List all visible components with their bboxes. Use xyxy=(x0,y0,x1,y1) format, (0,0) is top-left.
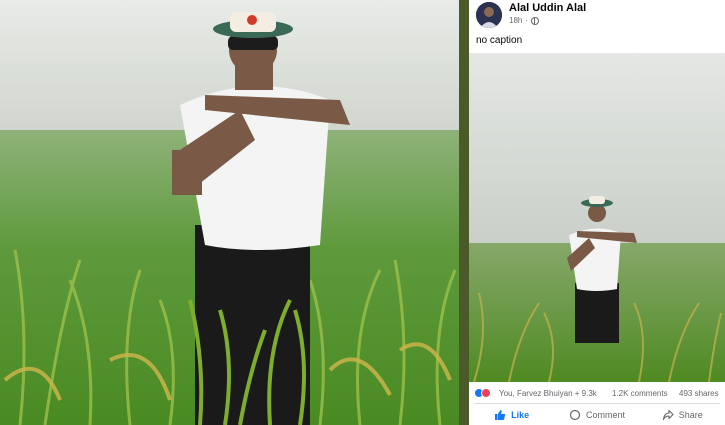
actions-divider xyxy=(474,403,720,404)
profile-picture-icon xyxy=(476,2,502,28)
share-button[interactable]: Share xyxy=(640,405,725,425)
shares-count[interactable]: 493 shares xyxy=(679,389,719,398)
author-name[interactable]: Alal Uddin Alal xyxy=(509,2,586,14)
comment-button[interactable]: Comment xyxy=(554,405,639,425)
post-caption: no caption xyxy=(476,35,523,46)
thumbs-up-icon xyxy=(495,410,506,420)
post-header: Alal Uddin Alal 18h · xyxy=(469,0,725,30)
reactions-summary[interactable]: You, Farvez Bhuiyan + 9.3k xyxy=(499,389,597,398)
reactions-bar: You, Farvez Bhuiyan + 9.3k 1.2K comments… xyxy=(469,384,725,402)
facebook-post: Alal Uddin Alal 18h · no caption You, Fa… xyxy=(469,0,725,425)
main-photo xyxy=(0,0,459,425)
post-meta: 18h · xyxy=(509,16,540,25)
man-in-rice-field-illustration xyxy=(469,53,725,382)
comments-count[interactable]: 1.2K comments xyxy=(612,389,668,398)
share-icon xyxy=(662,409,674,421)
post-time[interactable]: 18h xyxy=(509,16,522,25)
globe-icon xyxy=(531,16,540,25)
post-actions: Like Comment Share xyxy=(469,405,725,425)
like-button[interactable]: Like xyxy=(469,405,554,425)
avatar[interactable] xyxy=(476,2,502,28)
screenshot-root: Alal Uddin Alal 18h · no caption You, Fa… xyxy=(0,0,725,425)
image-divider xyxy=(459,0,469,425)
man-in-rice-field-illustration xyxy=(0,0,459,425)
like-label: Like xyxy=(511,410,530,420)
post-photo[interactable] xyxy=(469,53,725,382)
comment-icon xyxy=(569,409,581,421)
share-label: Share xyxy=(678,410,703,420)
love-reaction-icon xyxy=(481,388,491,398)
reaction-icons[interactable] xyxy=(474,388,491,398)
comment-label: Comment xyxy=(585,410,625,420)
